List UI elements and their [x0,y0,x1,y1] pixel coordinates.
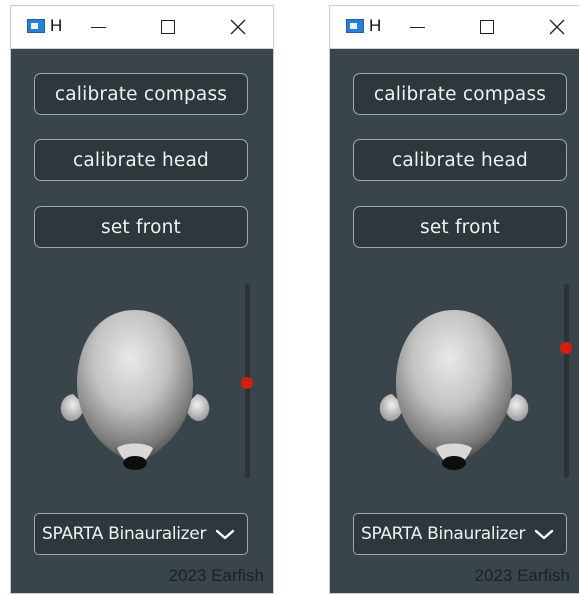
set-front-button[interactable]: set front [34,206,248,248]
footer-credit: 2023 Earfish [474,566,570,585]
calibrate-compass-button[interactable]: calibrate compass [353,73,567,115]
minimize-button[interactable] [394,6,440,48]
calibrate-compass-button[interactable]: calibrate compass [34,73,248,115]
vertical-slider[interactable] [560,284,572,478]
title-bar[interactable]: H [11,6,273,49]
chevron-down-icon [215,529,235,540]
preset-dropdown-value: SPARTA Binauralizer [361,524,526,544]
minimize-button[interactable] [75,6,121,48]
close-icon [549,19,565,35]
close-button[interactable] [215,6,261,48]
head-orientation-view [379,310,529,470]
title-bar[interactable]: H [330,6,579,49]
maximize-icon [480,20,494,34]
head-model [60,310,210,470]
vertical-slider[interactable] [241,284,253,478]
window-title: H [50,16,63,35]
calibrate-head-button[interactable]: calibrate head [34,139,248,181]
preset-dropdown-value: SPARTA Binauralizer [42,524,207,544]
app-window-icon [346,19,364,33]
head-model [379,310,529,470]
plugin-window-2: H calibrate compass calibrate head set f… [330,6,579,593]
maximize-icon [161,20,175,34]
plugin-window-1: H calibrate compass calibrate head set f… [11,6,273,593]
window-title: H [369,16,382,35]
slider-thumb[interactable] [241,377,253,389]
preset-dropdown[interactable]: SPARTA Binauralizer [34,513,248,555]
maximize-button[interactable] [464,6,510,48]
footer-credit: 2023 Earfish [168,566,264,585]
head-orientation-view [60,310,210,470]
minimize-icon [90,26,106,28]
app-window-icon [27,19,45,33]
close-icon [230,19,246,35]
set-front-button[interactable]: set front [353,206,567,248]
close-button[interactable] [534,6,579,48]
preset-dropdown[interactable]: SPARTA Binauralizer [353,513,567,555]
chevron-down-icon [534,529,554,540]
maximize-button[interactable] [145,6,191,48]
minimize-icon [409,26,425,28]
slider-thumb[interactable] [560,342,572,354]
calibrate-head-button[interactable]: calibrate head [353,139,567,181]
